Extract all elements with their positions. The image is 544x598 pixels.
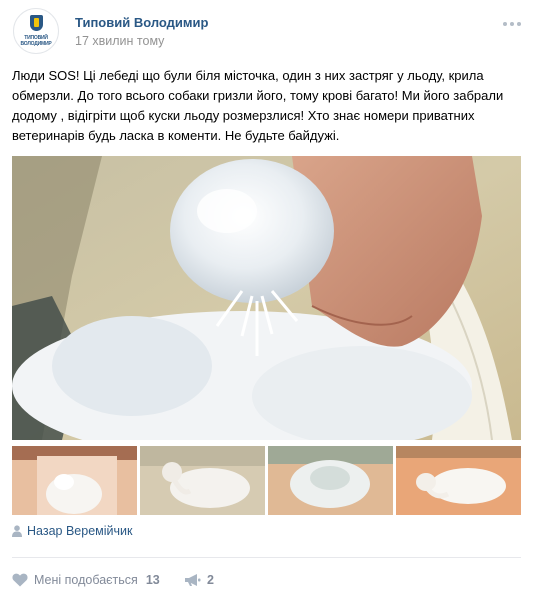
like-label: Мені подобається: [34, 573, 138, 587]
coat-of-arms-icon: [30, 15, 43, 31]
swan-photo-3: [268, 446, 393, 515]
post-photo-thumb[interactable]: [268, 446, 393, 515]
avatar[interactable]: ТИПОВИЙ ВОЛОДИМИР: [13, 8, 59, 54]
post-time[interactable]: 17 хвилин тому: [75, 34, 164, 48]
post-photo-thumb[interactable]: [140, 446, 265, 515]
swan-photo-2: [140, 446, 265, 515]
author-name[interactable]: Типовий Володимир: [75, 15, 208, 30]
person-icon: [12, 525, 22, 537]
post-signer[interactable]: Назар Веремійчик: [12, 522, 132, 540]
swan-photo-1: [12, 446, 137, 515]
post-photo-main[interactable]: [12, 156, 521, 440]
share-count: 2: [207, 573, 214, 587]
megaphone-icon: [185, 574, 201, 586]
post-photo-thumb[interactable]: [12, 446, 137, 515]
more-dots-icon[interactable]: [502, 20, 522, 30]
wall-post: ТИПОВИЙ ВОЛОДИМИР Типовий Володимир 17 х…: [0, 0, 544, 598]
post-photo-thumb[interactable]: [396, 446, 521, 515]
avatar-wordmark: ТИПОВИЙ ВОЛОДИМИР: [20, 35, 52, 47]
signer-name: Назар Веремійчик: [27, 524, 133, 538]
divider: [12, 557, 521, 558]
post-text: Люди SOS! Ці лебеді що були біля місточк…: [12, 68, 504, 143]
post-actions: Мені подобається 13 2: [12, 566, 521, 594]
like-button[interactable]: Мені подобається 13: [12, 569, 160, 591]
swan-in-ice-photo: [12, 156, 521, 440]
heart-icon: [12, 573, 28, 587]
share-button[interactable]: 2: [184, 569, 214, 591]
swan-photo-4: [396, 446, 521, 515]
post-header: ТИПОВИЙ ВОЛОДИМИР Типовий Володимир 17 х…: [0, 0, 544, 62]
like-count: 13: [145, 573, 160, 587]
